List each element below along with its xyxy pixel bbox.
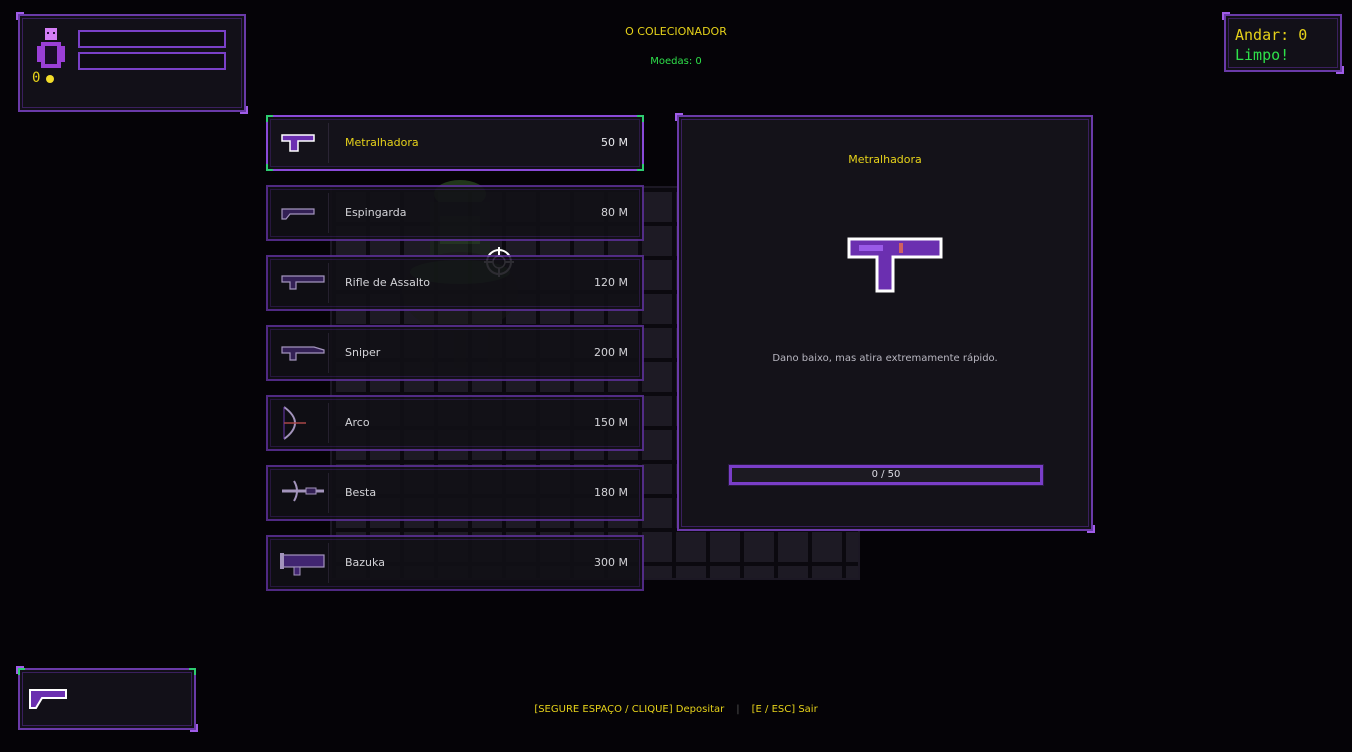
sniper-icon (281, 346, 325, 361)
exit-hint: [E / ESC] Sair (751, 704, 818, 715)
smg-large-icon (847, 237, 943, 293)
bazooka-icon (280, 553, 325, 576)
item-price: 50 M (601, 136, 628, 149)
shop-item-metralhadora[interactable]: Metralhadora 50 M (266, 115, 644, 171)
coin-icon (46, 75, 54, 83)
hint-separator: | (736, 704, 740, 715)
shop-item-besta[interactable]: Besta 180 M (266, 465, 644, 521)
deposit-hint: [SEGURE ESPAÇO / CLIQUE] Depositar (534, 704, 725, 715)
item-name: Sniper (345, 346, 381, 359)
item-price: 300 M (594, 556, 628, 569)
item-name: Bazuka (345, 556, 385, 569)
item-price: 150 M (594, 416, 628, 429)
item-name: Rifle de Assalto (345, 276, 430, 289)
equipped-weapon-slot (16, 666, 198, 732)
shop-item-bazuka[interactable]: Bazuka 300 M (266, 535, 644, 591)
shop-coins-label: Moedas: 0 (650, 56, 702, 67)
shop-item-espingarda[interactable]: Espingarda 80 M (266, 185, 644, 241)
detail-description: Dano baixo, mas atira extremamente rápid… (772, 353, 998, 364)
deposit-progress-bar: 0 / 50 (729, 465, 1043, 485)
crossbow-icon (282, 480, 324, 502)
item-detail-panel: Metralhadora Dano baixo, mas atira extre… (675, 113, 1095, 533)
shop-item-rifle-de-assalto[interactable]: Rifle de Assalto 120 M (266, 255, 644, 311)
controls-hint: [SEGURE ESPAÇO / CLIQUE] Depositar | [E / … (0, 704, 1352, 715)
smg-icon (281, 134, 315, 152)
item-name: Arco (345, 416, 370, 429)
item-name: Besta (345, 486, 377, 499)
shop-item-arco[interactable]: Arco 150 M (266, 395, 644, 451)
item-price: 200 M (594, 346, 628, 359)
coin-count: 0 (32, 70, 41, 86)
bow-icon (283, 406, 306, 440)
item-price: 180 M (594, 486, 628, 499)
item-name: Metralhadora (345, 136, 419, 149)
deposit-progress-text: 0 / 50 (871, 469, 901, 480)
shop-item-sniper[interactable]: Sniper 200 M (266, 325, 644, 381)
shotgun-icon (281, 208, 315, 220)
assault-rifle-icon (281, 275, 325, 290)
item-name: Espingarda (345, 206, 407, 219)
item-price: 120 M (594, 276, 628, 289)
shop-title: O COLECIONADOR (625, 25, 727, 38)
item-price: 80 M (601, 206, 628, 219)
detail-item-name: Metralhadora (848, 153, 922, 166)
